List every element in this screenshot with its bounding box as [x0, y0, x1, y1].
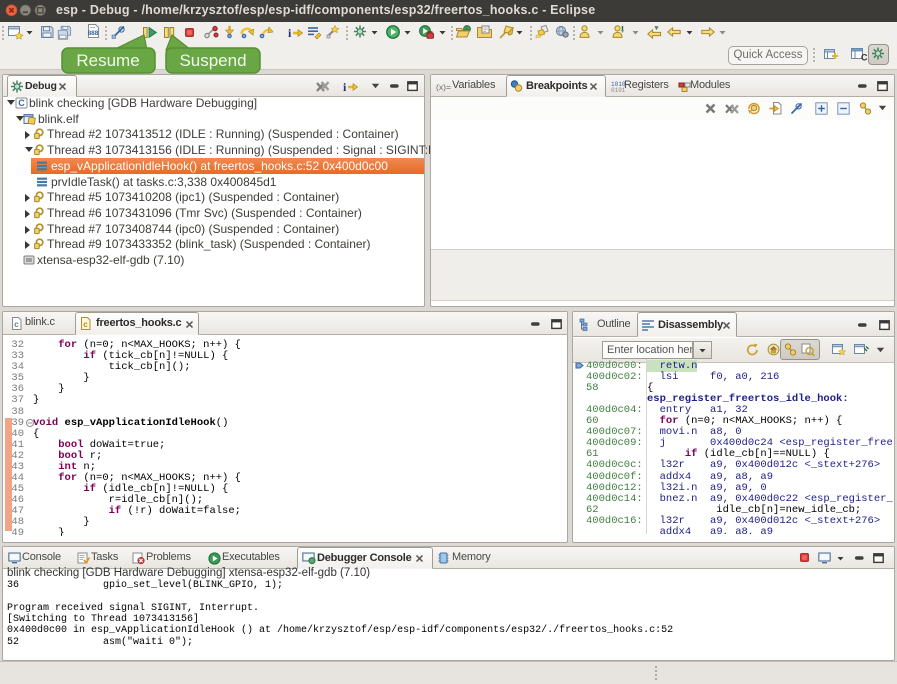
svg-text:c: c [14, 320, 19, 329]
svg-text:Suspend: Suspend [179, 51, 246, 70]
svg-text:i: i [343, 80, 347, 94]
svg-text:C: C [18, 98, 25, 108]
svg-text:0101: 0101 [611, 87, 626, 94]
svg-text:C: C [861, 52, 868, 62]
svg-text:(x)=: (x)= [436, 82, 451, 92]
svg-text:c: c [83, 320, 88, 329]
svg-text:Resume: Resume [76, 51, 139, 70]
